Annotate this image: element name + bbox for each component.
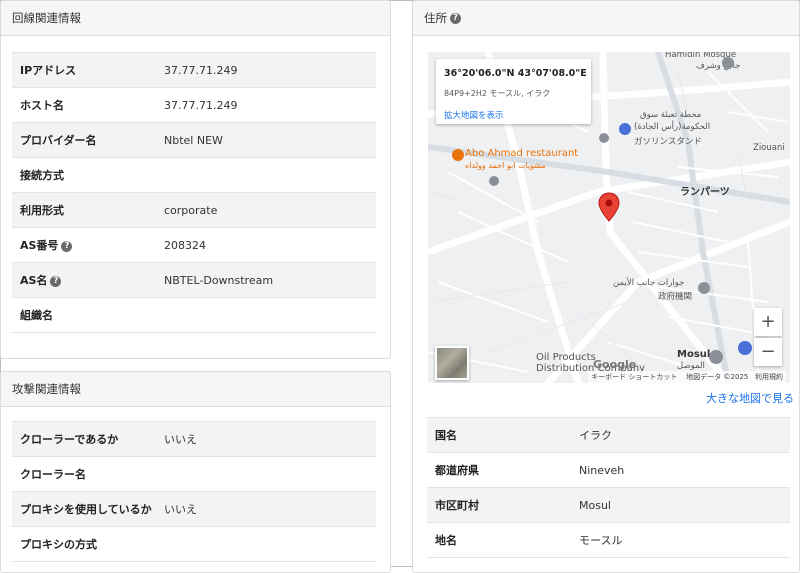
row-value: いいえ bbox=[156, 491, 376, 527]
table-row: プロキシの方式 bbox=[12, 526, 376, 562]
row-value: イラク bbox=[571, 417, 790, 453]
row-label: AS番号? bbox=[12, 227, 156, 263]
enlarge-map-link[interactable]: 拡大地図を表示 bbox=[444, 109, 504, 121]
map-label-gov: جوارات جانب الأيمن bbox=[613, 278, 685, 288]
line-info-table: IPアドレス 37.77.71.249 ホスト名 37.77.71.249 プロ… bbox=[12, 52, 376, 333]
row-value: NBTEL-Downstream bbox=[156, 262, 376, 298]
row-label: AS名? bbox=[12, 262, 156, 298]
row-value: Nineveh bbox=[571, 452, 790, 488]
help-icon[interactable]: ? bbox=[450, 13, 461, 24]
table-row: クローラーであるか いいえ bbox=[12, 421, 376, 457]
table-row: IPアドレス 37.77.71.249 bbox=[12, 52, 376, 88]
location-info-card: 36°20'06.0"N 43°07'08.0"E 84P9+2H2 モースル,… bbox=[436, 59, 591, 124]
address-title: 住所? bbox=[413, 1, 799, 36]
map-label-mosul: Mosul bbox=[677, 349, 711, 360]
terms-link[interactable]: 利用規約 bbox=[755, 373, 783, 381]
row-value bbox=[156, 297, 376, 333]
attack-info-panel: 攻撃関連情報 クローラーであるか いいえ クローラー名 プロキシを使用しているか… bbox=[0, 371, 391, 573]
row-label: 市区町村 bbox=[427, 487, 571, 523]
row-value: Nbtel NEW bbox=[156, 122, 376, 158]
row-label: プロキシを使用しているか bbox=[12, 491, 156, 527]
row-label: IPアドレス bbox=[12, 52, 156, 88]
map-label-lampart: ランパーツ bbox=[680, 187, 730, 198]
address-table: 国名 イラク 都道府県 Nineveh 市区町村 Mosul 地名 モースル bbox=[427, 417, 790, 558]
table-row: 都道府県 Nineveh bbox=[427, 452, 790, 488]
map-label-station-2: الحكومة(رأس الجادة) bbox=[634, 122, 711, 132]
attack-info-table: クローラーであるか いいえ クローラー名 プロキシを使用しているか いいえ プロ… bbox=[12, 421, 376, 562]
row-value: 37.77.71.249 bbox=[156, 87, 376, 123]
map-label-mosul-ar: الموصل bbox=[677, 361, 705, 371]
table-row: ホスト名 37.77.71.249 bbox=[12, 87, 376, 123]
table-row: プロキシを使用しているか いいえ bbox=[12, 491, 376, 527]
map-label-mosque: Hamidin Mosque bbox=[665, 52, 737, 60]
table-row: 利用形式 corporate bbox=[12, 192, 376, 228]
line-info-panel: 回線関連情報 IPアドレス 37.77.71.249 ホスト名 37.77.71… bbox=[0, 0, 391, 359]
view-large-map-link[interactable]: 大きな地図で見る bbox=[706, 390, 794, 406]
row-label: プロバイダー名 bbox=[12, 122, 156, 158]
table-row: 地名 モースル bbox=[427, 522, 790, 558]
zoom-out-button[interactable]: − bbox=[754, 338, 782, 366]
row-label: プロキシの方式 bbox=[12, 526, 156, 562]
help-icon[interactable]: ? bbox=[50, 275, 62, 287]
keyboard-shortcuts-link[interactable]: キーボード ショートカット bbox=[591, 373, 677, 381]
row-label: 地名 bbox=[427, 522, 571, 558]
map-label-ziouani: Ziouani bbox=[753, 143, 785, 153]
row-value: Mosul bbox=[571, 487, 790, 523]
plus-code-text: 84P9+2H2 モースル, イラク bbox=[444, 89, 551, 98]
map-label-station-jp: ガソリンスタンド bbox=[634, 137, 702, 147]
map-label-oil: Oil Products bbox=[536, 352, 596, 363]
row-value: corporate bbox=[156, 192, 376, 228]
attack-info-title: 攻撃関連情報 bbox=[1, 372, 390, 407]
table-row: プロバイダー名 Nbtel NEW bbox=[12, 122, 376, 158]
row-value: モースル bbox=[571, 522, 790, 558]
map-data-text: 地図データ ©2025 bbox=[686, 373, 749, 381]
line-info-title: 回線関連情報 bbox=[1, 1, 390, 36]
table-row: 市区町村 Mosul bbox=[427, 487, 790, 523]
table-row: AS番号? 208324 bbox=[12, 227, 376, 263]
table-row: 接続方式 bbox=[12, 157, 376, 193]
row-label: 接続方式 bbox=[12, 157, 156, 193]
embedded-map[interactable]: 36°20'06.0"N 43°07'08.0"E 84P9+2H2 モースル,… bbox=[428, 52, 790, 383]
google-logo: Google bbox=[593, 358, 637, 371]
row-label: ホスト名 bbox=[12, 87, 156, 123]
row-value: いいえ bbox=[156, 421, 376, 457]
table-row: AS名? NBTEL-Downstream bbox=[12, 262, 376, 298]
zoom-in-button[interactable]: + bbox=[754, 308, 782, 336]
help-icon[interactable]: ? bbox=[61, 240, 73, 252]
row-value bbox=[156, 456, 376, 492]
table-row: 国名 イラク bbox=[427, 417, 790, 453]
coordinates-text: 36°20'06.0"N 43°07'08.0"E bbox=[444, 68, 587, 79]
row-value bbox=[156, 157, 376, 193]
map-label-restaurant: Abo Ahmad restaurant bbox=[465, 148, 579, 159]
row-label: クローラーであるか bbox=[12, 421, 156, 457]
row-value: 208324 bbox=[156, 227, 376, 263]
map-label-restaurant-ar: مشويات ابو احمد وولداه bbox=[465, 161, 546, 170]
map-footer: キーボード ショートカット 地図データ ©2025 利用規約 bbox=[588, 371, 786, 383]
satellite-toggle-button[interactable] bbox=[435, 346, 469, 380]
row-label: 組織名 bbox=[12, 297, 156, 333]
row-label: クローラー名 bbox=[12, 456, 156, 492]
map-label-mosque-ar: جامع وشرف bbox=[696, 61, 741, 71]
table-row: 組織名 bbox=[12, 297, 376, 333]
map-label-gov-jp: 政府機関 bbox=[658, 292, 693, 302]
row-label: 利用形式 bbox=[12, 192, 156, 228]
location-pin-icon bbox=[598, 192, 620, 222]
table-row: クローラー名 bbox=[12, 456, 376, 492]
row-value bbox=[156, 526, 376, 562]
row-label: 国名 bbox=[427, 417, 571, 453]
row-value: 37.77.71.249 bbox=[156, 52, 376, 88]
map-label-station: محطة تعبئة سوق bbox=[640, 110, 702, 120]
row-label: 都道府県 bbox=[427, 452, 571, 488]
